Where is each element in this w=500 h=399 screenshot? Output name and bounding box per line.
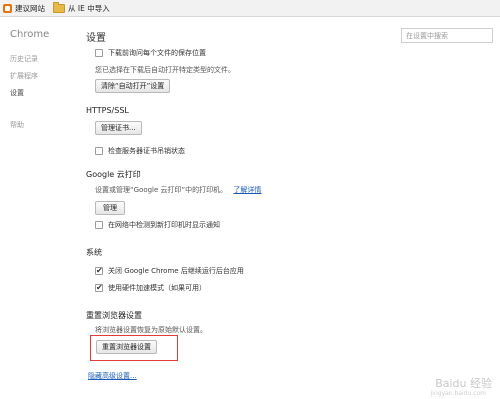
cloud-print-description: 设置或管理“Google 云打印”中的打印机。 了解详情 xyxy=(95,185,261,195)
hardware-acceleration-checkbox[interactable] xyxy=(95,282,103,294)
cloud-print-desc-text: 设置或管理“Google 云打印”中的打印机。 xyxy=(95,186,228,194)
checkbox-label: 使用硬件加速模式（如果可用） xyxy=(108,284,206,292)
checkbox-label: 在网络中检测到新打印机时显示通知 xyxy=(108,221,220,229)
check-revocation-row[interactable]: 检查服务器证书吊销状态 xyxy=(95,146,185,156)
notify-new-printers-checkbox[interactable] xyxy=(95,221,103,229)
continue-background-row[interactable]: 关闭 Google Chrome 后继续运行后台应用 xyxy=(95,265,244,277)
bookmark-import-from-ie[interactable]: 从 IE 中导入 xyxy=(53,1,110,14)
manage-printers-button[interactable]: 管理 xyxy=(95,201,125,215)
checkbox-label: 检查服务器证书吊销状态 xyxy=(108,147,185,155)
site-favicon-icon xyxy=(3,3,12,13)
checkbox-label: 关闭 Google Chrome 后继续运行后台应用 xyxy=(108,267,244,275)
bookmarks-bar: 建议网站 从 IE 中导入 xyxy=(0,0,500,17)
watermark-url: jingyan.baidu.com xyxy=(430,390,486,397)
sidebar-item-history[interactable]: 历史记录 xyxy=(10,54,38,64)
search-input[interactable] xyxy=(401,28,493,43)
ask-download-location-row[interactable]: 下载前询问每个文件的保存位置 xyxy=(95,48,206,58)
learn-more-link[interactable]: 了解详情 xyxy=(233,186,261,194)
sidebar-item-settings[interactable]: 设置 xyxy=(10,88,24,98)
clear-auto-open-button[interactable]: 清除“自动打开”设置 xyxy=(95,79,171,93)
folder-icon xyxy=(53,1,65,13)
reset-section-heading: 重置浏览器设置 xyxy=(86,311,142,320)
sidebar-item-extensions[interactable]: 扩展程序 xyxy=(10,71,38,81)
ask-download-location-checkbox[interactable] xyxy=(95,49,103,57)
bookmark-suggested-sites[interactable]: 建议网站 xyxy=(3,3,45,14)
sidebar-item-help[interactable]: 帮助 xyxy=(10,120,24,130)
check-revocation-checkbox[interactable] xyxy=(95,147,103,155)
hardware-acceleration-row[interactable]: 使用硬件加速模式（如果可用） xyxy=(95,282,206,294)
settings-main: 设置 下载前询问每个文件的保存位置 您已选择在下载后自动打开特定类型的文件。 清… xyxy=(86,17,500,399)
reset-browser-settings-button[interactable]: 重置浏览器设置 xyxy=(96,340,157,354)
sidebar-title: Chrome xyxy=(10,29,50,40)
reset-description: 将浏览器设置恢复为原始默认设置。 xyxy=(95,326,207,334)
bookmark-label: 从 IE 中导入 xyxy=(68,3,110,13)
cloud-print-section-heading: Google 云打印 xyxy=(86,170,141,179)
system-section-heading: 系统 xyxy=(86,248,102,257)
bookmark-label: 建议网站 xyxy=(15,3,45,13)
checkbox-label: 下载前询问每个文件的保存位置 xyxy=(108,49,206,57)
watermark-logo: Baidu 经验 xyxy=(435,377,492,390)
auto-open-description: 您已选择在下载后自动打开特定类型的文件。 xyxy=(95,66,235,74)
page-title: 设置 xyxy=(86,33,106,44)
continue-background-checkbox[interactable] xyxy=(95,265,103,277)
manage-certificates-button[interactable]: 管理证书... xyxy=(95,121,142,135)
sidebar: Chrome 历史记录 扩展程序 设置 帮助 xyxy=(0,17,80,399)
hide-advanced-settings-link[interactable]: 隐藏高级设置... xyxy=(88,371,137,381)
https-section-heading: HTTPS/SSL xyxy=(86,106,129,115)
notify-new-printers-row[interactable]: 在网络中检测到新打印机时显示通知 xyxy=(95,220,220,230)
